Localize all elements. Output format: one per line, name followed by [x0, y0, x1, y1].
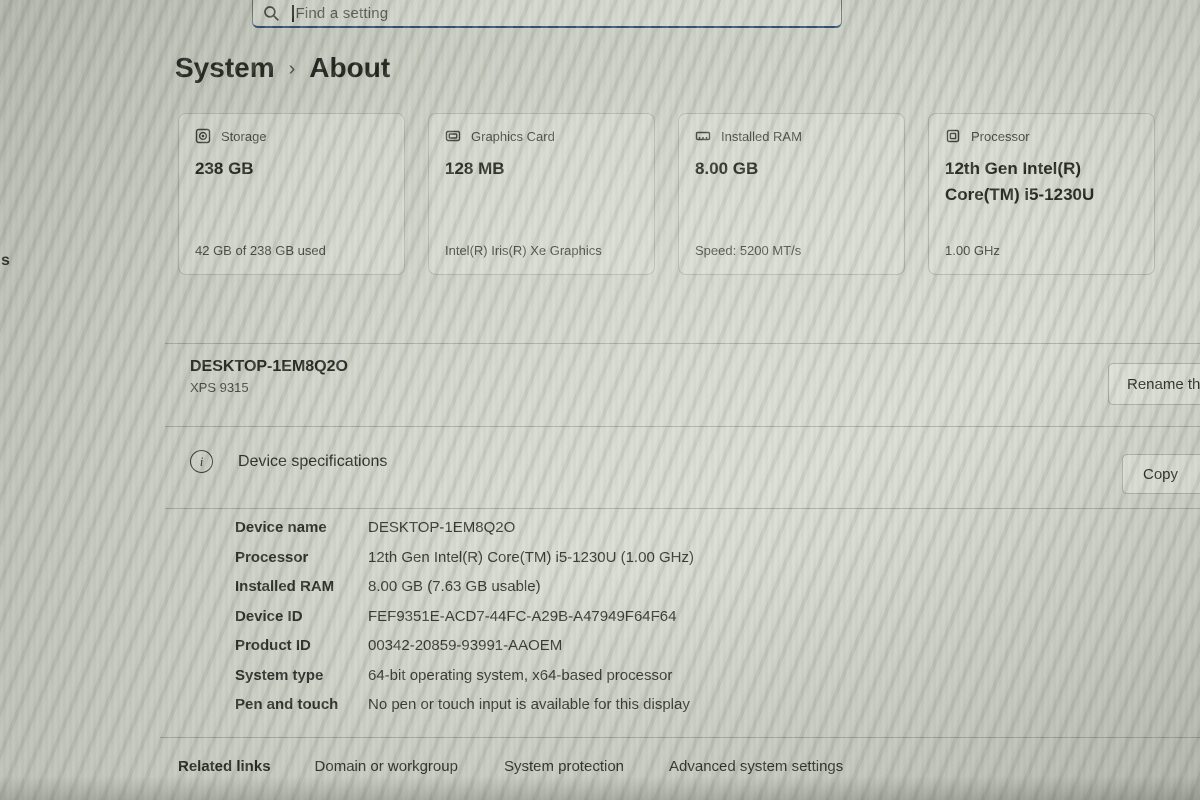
spec-label: Device ID [235, 607, 368, 628]
card-label: Graphics Card [471, 129, 555, 144]
device-model: XPS 9315 [190, 380, 348, 395]
ram-icon [695, 128, 711, 144]
text-cursor [292, 5, 294, 22]
gpu-icon [445, 128, 461, 144]
settings-about-page: s Find a setting System › About Storage … [0, 0, 1200, 800]
rename-pc-button[interactable]: Rename this PC [1108, 363, 1200, 405]
card-value: 238 GB [195, 156, 388, 182]
spec-value: FEF9351E-ACD7-44FC-A29B-A47949F64F64 [368, 607, 694, 628]
copy-button[interactable]: Copy [1122, 454, 1200, 494]
card-caption: Speed: 5200 MT/s [695, 243, 801, 258]
page-title: About [309, 52, 390, 84]
device-name-block: DESKTOP-1EM8Q2O XPS 9315 [190, 358, 348, 395]
cpu-icon [945, 128, 961, 144]
spec-value: 8.00 GB (7.63 GB usable) [368, 577, 694, 598]
divider [165, 508, 1200, 509]
spec-label: Pen and touch [235, 695, 368, 716]
device-specifications-table: Device name DESKTOP-1EM8Q2O Processor 12… [235, 518, 694, 716]
ram-card: Installed RAM 8.00 GB Speed: 5200 MT/s [678, 113, 905, 275]
related-links: Related links Domain or workgroup System… [178, 758, 843, 775]
breadcrumb-system[interactable]: System [175, 52, 275, 84]
divider [165, 426, 1200, 427]
card-label: Installed RAM [721, 129, 802, 144]
link-advanced-system-settings[interactable]: Advanced system settings [669, 758, 843, 775]
graphics-card: Graphics Card 128 MB Intel(R) Iris(R) Xe… [428, 113, 655, 275]
card-caption: Intel(R) Iris(R) Xe Graphics [445, 243, 602, 258]
spec-label: Installed RAM [235, 577, 368, 598]
spec-label: Processor [235, 548, 368, 569]
search-icon [263, 5, 280, 22]
summary-cards: Storage 238 GB 42 GB of 238 GB used Grap… [178, 113, 1155, 275]
card-value: 12th Gen Intel(R) Core(TM) i5-1230U [945, 156, 1138, 209]
section-title: Device specifications [238, 453, 387, 471]
processor-card: Processor 12th Gen Intel(R) Core(TM) i5-… [928, 113, 1155, 275]
spec-value: 00342-20859-93991-AAOEM [368, 636, 694, 657]
spec-label: Device name [235, 518, 368, 539]
spec-value: No pen or touch input is available for t… [368, 695, 694, 716]
spec-value: 64-bit operating system, x64-based proce… [368, 666, 694, 687]
storage-icon [195, 128, 211, 144]
link-domain-or-workgroup[interactable]: Domain or workgroup [315, 758, 458, 775]
search-input[interactable]: Find a setting [252, 0, 842, 28]
card-value: 128 MB [445, 156, 638, 182]
link-system-protection[interactable]: System protection [504, 758, 624, 775]
device-name: DESKTOP-1EM8Q2O [190, 358, 348, 376]
storage-card: Storage 238 GB 42 GB of 238 GB used [178, 113, 405, 275]
spec-value: 12th Gen Intel(R) Core(TM) i5-1230U (1.0… [368, 548, 694, 569]
device-specifications-header: i Device specifications [190, 450, 387, 473]
search-placeholder: Find a setting [296, 5, 389, 22]
card-value: 8.00 GB [695, 156, 888, 182]
divider [165, 343, 1200, 344]
chevron-right-icon: › [289, 58, 296, 81]
spec-label: Product ID [235, 636, 368, 657]
card-caption: 42 GB of 238 GB used [195, 243, 326, 258]
breadcrumb: System › About [175, 52, 390, 84]
card-label: Processor [971, 129, 1030, 144]
spec-value: DESKTOP-1EM8Q2O [368, 518, 694, 539]
card-label: Storage [221, 129, 267, 144]
spec-label: System type [235, 666, 368, 687]
card-caption: 1.00 GHz [945, 243, 1000, 258]
related-links-title: Related links [178, 758, 271, 775]
sidebar-item-fragment[interactable]: s [1, 252, 10, 270]
divider [160, 737, 1200, 738]
info-icon: i [190, 450, 213, 473]
